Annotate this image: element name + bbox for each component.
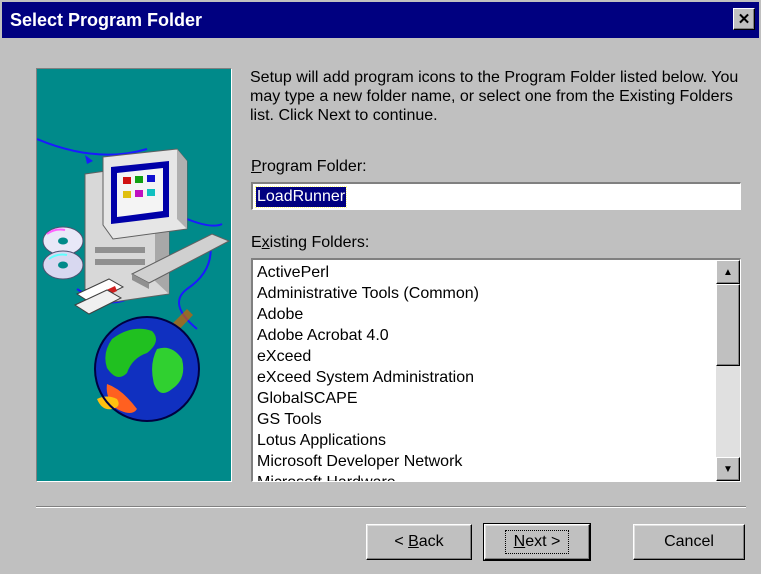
- program-folder-value[interactable]: LoadRunner: [254, 186, 348, 208]
- back-rest: ack: [418, 533, 444, 550]
- existing-folders-listbox[interactable]: ActivePerl Administrative Tools (Common) A…: [251, 258, 741, 482]
- next-button[interactable]: Next >: [483, 523, 591, 561]
- folder-list-item[interactable]: Microsoft Hardware: [257, 472, 713, 481]
- scroll-down-arrow-icon: ▼: [723, 463, 733, 475]
- scroll-thumb[interactable]: [716, 284, 740, 366]
- scroll-up-arrow-icon: ▲: [723, 266, 733, 278]
- existing-folders-label-accel: x: [261, 234, 270, 251]
- folder-list-item[interactable]: Lotus Applications: [257, 430, 713, 451]
- scroll-down-button[interactable]: ▼: [716, 457, 740, 481]
- folder-list-item[interactable]: GlobalSCAPE: [257, 388, 713, 409]
- program-folder-input[interactable]: LoadRunner: [251, 182, 741, 210]
- window-title: Select Program Folder: [10, 9, 203, 30]
- cancel-button-label: Cancel: [664, 533, 714, 550]
- list-scrollbar[interactable]: ▲ ▼: [716, 260, 740, 481]
- back-prefix: <: [394, 533, 409, 550]
- back-button[interactable]: < Back: [366, 524, 472, 560]
- setup-description: Setup will add program icons to the Prog…: [250, 69, 739, 124]
- close-button[interactable]: ✕: [733, 8, 755, 30]
- folder-list-item[interactable]: Microsoft Developer Network: [257, 451, 713, 472]
- folder-list-item[interactable]: eXceed System Administration: [257, 367, 713, 388]
- folder-list-item[interactable]: Administrative Tools (Common): [257, 283, 713, 304]
- folder-list-item[interactable]: Adobe: [257, 304, 713, 325]
- back-accel: B: [408, 533, 419, 550]
- existing-folders-list: ActivePerl Administrative Tools (Common) A…: [257, 262, 713, 481]
- next-accel: N: [513, 533, 526, 550]
- title-bar[interactable]: Select Program Folder ✕: [2, 2, 759, 38]
- button-separator: [36, 506, 746, 508]
- existing-folders-label-pre: E: [251, 234, 262, 251]
- folder-list-item[interactable]: eXceed: [257, 346, 713, 367]
- scroll-up-button[interactable]: ▲: [716, 260, 740, 284]
- folder-list-item[interactable]: Adobe Acrobat 4.0: [257, 325, 713, 346]
- setup-illustration: [36, 68, 232, 482]
- computer-cd-globe-illustration: [37, 69, 231, 481]
- next-button-label: Next >: [504, 530, 570, 554]
- program-folder-label-accel: P: [251, 158, 262, 175]
- existing-folders-label: Existing Folders:: [251, 234, 369, 252]
- program-folder-label-rest: rogram Folder:: [261, 158, 367, 175]
- close-icon: ✕: [737, 10, 751, 28]
- setup-dialog: Select Program Folder ✕ Setup will add p…: [0, 0, 761, 574]
- existing-folders-label-rest: isting Folders:: [269, 234, 370, 251]
- folder-list-item[interactable]: ActivePerl: [257, 262, 713, 283]
- cancel-button[interactable]: Cancel: [633, 524, 745, 560]
- next-rest: ext >: [525, 533, 561, 550]
- folder-list-item[interactable]: GS Tools: [257, 409, 713, 430]
- program-folder-label: Program Folder:: [251, 158, 367, 176]
- back-button-label: < Back: [394, 533, 443, 551]
